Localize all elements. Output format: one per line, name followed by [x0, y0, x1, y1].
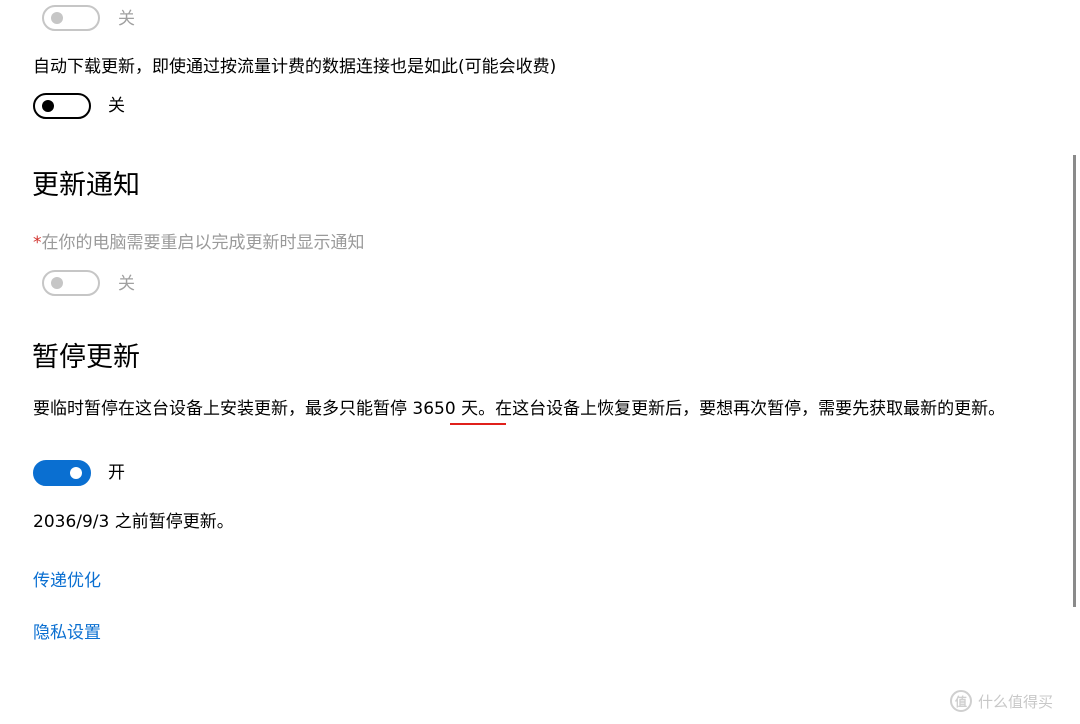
watermark-text: 什么值得买: [978, 692, 1054, 711]
pause-text-before: 要临时暂停在这台设备上安装更新，最多只能暂停: [33, 399, 413, 419]
top-toggle-state: 关: [118, 9, 135, 29]
toggle-knob: [51, 12, 63, 24]
top-toggle[interactable]: [42, 5, 100, 31]
notifications-toggle[interactable]: [42, 270, 100, 296]
pause-description: 要临时暂停在这台设备上安装更新，最多只能暂停 3650 天。在这台设备上恢复更新…: [33, 396, 1043, 423]
required-asterisk: *: [33, 233, 42, 253]
pause-days-highlight: 3650 天: [412, 399, 479, 419]
pause-until-text: 2036/9/3 之前暂停更新。: [33, 512, 234, 532]
notifications-label-text: 在你的电脑需要重启以完成更新时显示通知: [41, 233, 365, 253]
pause-heading: 暂停更新: [32, 342, 140, 373]
toggle-knob: [51, 277, 63, 289]
notifications-toggle-state: 关: [118, 274, 135, 294]
pause-updates-toggle-state: 开: [108, 463, 125, 483]
notifications-label: *在你的电脑需要重启以完成更新时显示通知: [33, 232, 365, 254]
pause-text-after: 。在这台设备上恢复更新后，要想再次暂停，需要先获取最新的更新。: [478, 399, 1006, 419]
toggle-knob: [70, 467, 82, 479]
vertical-scrollbar[interactable]: [1073, 155, 1076, 607]
watermark: 值 什么值得买: [950, 686, 1053, 716]
settings-page: 关 自动下载更新，即使通过按流量计费的数据连接也是如此(可能会收费) 关 更新通…: [0, 0, 1080, 724]
delivery-optimization-link[interactable]: 传递优化: [33, 570, 101, 592]
metered-download-label: 自动下载更新，即使通过按流量计费的数据连接也是如此(可能会收费): [33, 57, 557, 77]
notifications-heading: 更新通知: [32, 170, 140, 201]
watermark-logo-icon: 值: [950, 690, 972, 712]
privacy-settings-link[interactable]: 隐私设置: [33, 622, 101, 644]
red-annotation-underline: [450, 423, 506, 425]
toggle-knob: [42, 100, 54, 112]
pause-updates-toggle[interactable]: [33, 460, 91, 486]
metered-download-toggle[interactable]: [33, 93, 91, 119]
metered-download-toggle-state: 关: [108, 96, 125, 116]
